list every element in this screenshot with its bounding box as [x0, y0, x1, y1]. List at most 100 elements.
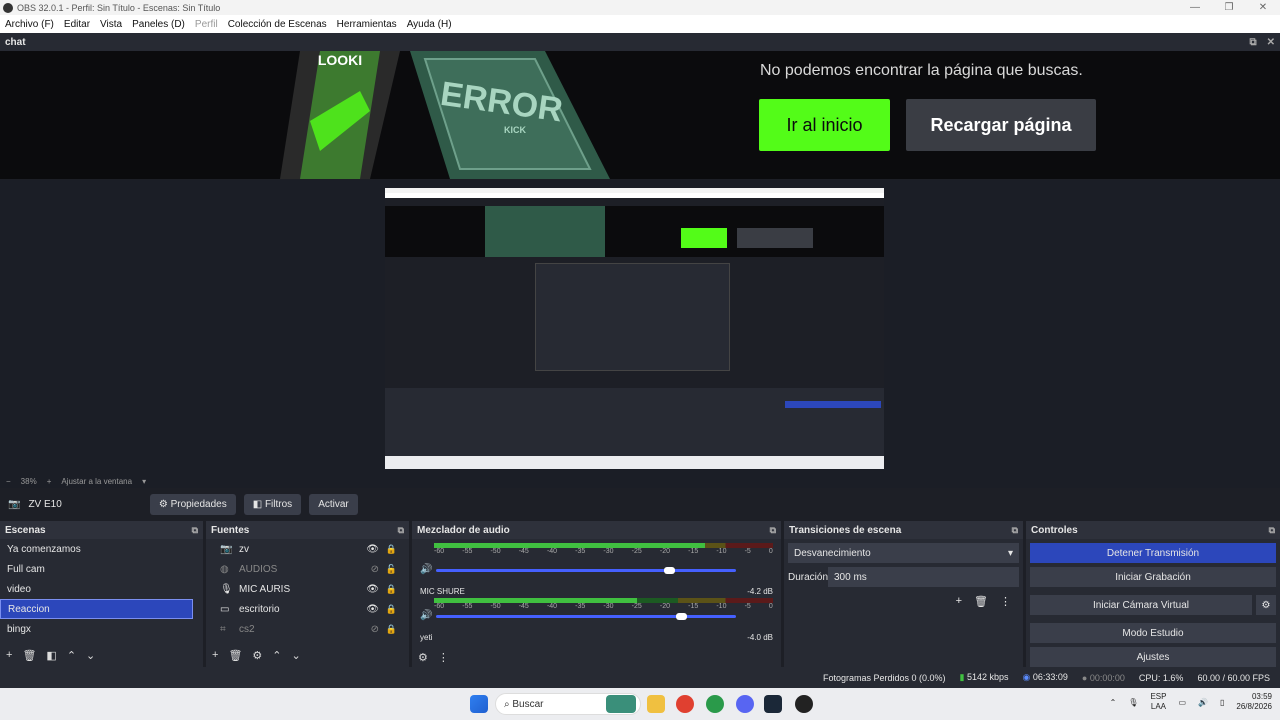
scene-item-selected[interactable]: Reaccion [0, 599, 193, 619]
speaker-icon[interactable]: 🔊 [420, 610, 432, 621]
transition-select[interactable]: Desvanecimiento ▾ [788, 543, 1019, 563]
language-indicator[interactable]: ESP LAA [1150, 692, 1166, 712]
filters-button[interactable]: ◧ Filtros [243, 494, 302, 515]
zoom-in-button[interactable]: + [47, 477, 52, 486]
scene-item[interactable]: bingx [0, 619, 193, 639]
source-label: AUDIOS [239, 563, 278, 575]
virtual-camera-settings-icon[interactable]: ⚙ [1256, 595, 1276, 615]
hidden-eye-icon[interactable]: ⊘ [371, 624, 379, 635]
scale-tick: -5 [744, 548, 751, 555]
remove-scene-icon[interactable]: 🗑 [22, 649, 36, 662]
source-item[interactable]: ▭ escritorio 👁 🔒 [206, 599, 409, 619]
stop-streaming-button[interactable]: Detener Transmisión [1030, 543, 1276, 563]
properties-button[interactable]: ⚙ Propiedades [149, 494, 236, 515]
volume-icon[interactable]: 🔊 [1198, 698, 1208, 707]
visibility-eye-icon[interactable]: 👁 [366, 604, 379, 615]
chrome-alt-icon[interactable] [706, 695, 724, 713]
volume-slider[interactable] [436, 613, 736, 620]
discord-icon[interactable] [736, 695, 754, 713]
menu-coleccion-escenas[interactable]: Colección de Escenas [223, 19, 332, 30]
lock-icon[interactable]: 🔒 [386, 624, 397, 635]
maximize-button[interactable]: ❐ [1212, 2, 1246, 13]
virtual-camera-button[interactable]: Iniciar Cámara Virtual [1030, 595, 1252, 615]
steam-icon[interactable] [764, 695, 782, 713]
add-scene-icon[interactable]: + [6, 649, 12, 661]
move-down-icon[interactable]: ⌄ [86, 649, 95, 662]
remove-source-icon[interactable]: 🗑 [228, 649, 242, 662]
move-up-icon[interactable]: ⌃ [67, 649, 76, 662]
menu-paneles[interactable]: Paneles (D) [127, 19, 190, 30]
transition-menu-icon[interactable]: ⋮ [1000, 595, 1011, 608]
scale-tick: -10 [716, 548, 727, 555]
unlock-icon[interactable]: 🔓 [386, 564, 397, 575]
settings-button[interactable]: Ajustes [1030, 647, 1276, 667]
file-explorer-icon[interactable] [647, 695, 665, 713]
source-item[interactable]: 🎙 MIC AURIS 👁 🔒 [206, 579, 409, 599]
windows-start-icon[interactable] [470, 695, 488, 713]
lock-icon[interactable]: 🔒 [386, 584, 397, 595]
chat-browser-view: ERROR KICK LOOKI No podemos encontrar la… [0, 51, 1280, 179]
search-placeholder: Buscar [512, 698, 544, 710]
scene-filter-icon[interactable]: ◧ [46, 649, 56, 662]
scene-item[interactable]: video [0, 579, 193, 599]
advanced-audio-icon[interactable]: ⚙ [418, 651, 428, 664]
scene-item[interactable]: Full cam [0, 559, 193, 579]
obs-taskbar-icon[interactable] [795, 695, 813, 713]
lock-icon[interactable]: 🔒 [386, 604, 397, 615]
source-item[interactable]: 📷 zv 👁 🔒 [206, 539, 409, 559]
reload-button[interactable]: Recargar página [906, 99, 1096, 151]
minimize-button[interactable]: — [1178, 2, 1212, 13]
chrome-icon[interactable] [676, 695, 694, 713]
volume-slider[interactable] [436, 567, 736, 574]
activate-button[interactable]: Activar [309, 494, 358, 515]
menu-vista[interactable]: Vista [95, 19, 127, 30]
battery-icon[interactable]: ▯ [1220, 698, 1224, 707]
slider-knob[interactable] [676, 613, 687, 620]
error-message: No podemos encontrar la página que busca… [760, 62, 1083, 79]
fit-window-label[interactable]: Ajustar a la ventana [61, 477, 132, 486]
slider-knob[interactable] [664, 567, 675, 574]
source-properties-icon[interactable]: ⚙ [252, 649, 262, 662]
home-button[interactable]: Ir al inicio [759, 99, 890, 151]
panel-undock-icon[interactable]: ⧉ [192, 525, 198, 536]
fps: 60.00 / 60.00 FPS [1197, 672, 1270, 683]
move-down-icon[interactable]: ⌄ [292, 649, 301, 662]
remove-transition-icon[interactable]: 🗑 [974, 595, 988, 608]
source-item[interactable]: ⌗ cs2 ⊘ 🔒 [206, 619, 409, 639]
close-button[interactable]: ✕ [1246, 2, 1280, 13]
menu-archivo[interactable]: Archivo (F) [0, 19, 59, 30]
preview-canvas[interactable] [0, 180, 1280, 474]
zoom-out-button[interactable]: − [6, 477, 11, 486]
scene-item[interactable]: Ya comenzamos [0, 539, 193, 559]
menu-herramientas[interactable]: Herramientas [332, 19, 402, 30]
mixer-menu-icon[interactable]: ⋮ [438, 651, 449, 664]
source-item[interactable]: ◍ AUDIOS ⊘ 🔓 [206, 559, 409, 579]
hidden-eye-icon[interactable]: ⊘ [371, 564, 379, 575]
start-recording-button[interactable]: Iniciar Grabación [1030, 567, 1276, 587]
panel-undock-icon[interactable]: ⧉ [398, 525, 404, 536]
network-icon[interactable]: ▭ [1178, 698, 1186, 707]
visibility-eye-icon[interactable]: 👁 [366, 544, 379, 555]
dock-close-icon[interactable]: ✕ [1267, 37, 1275, 48]
speaker-icon[interactable]: 🔊 [420, 564, 432, 575]
move-up-icon[interactable]: ⌃ [272, 649, 281, 662]
chevron-up-icon[interactable]: ⌃ [1110, 698, 1117, 707]
add-transition-icon[interactable]: + [956, 595, 962, 608]
menu-perfil[interactable]: Perfil [190, 19, 223, 30]
visibility-eye-icon[interactable]: 👁 [366, 584, 379, 595]
studio-mode-button[interactable]: Modo Estudio [1030, 623, 1276, 643]
clock[interactable]: 03:59 26/8/2026 [1236, 692, 1272, 712]
lock-icon[interactable]: 🔒 [386, 544, 397, 555]
dock-float-icon[interactable]: ⧉ [1249, 37, 1256, 48]
controls-title: Controles [1031, 524, 1078, 536]
panel-undock-icon[interactable]: ⧉ [770, 525, 776, 536]
lang-layout: LAA [1150, 702, 1167, 711]
microphone-icon[interactable]: 🎙 [1128, 698, 1138, 707]
duration-input[interactable]: 300 ms [828, 567, 1019, 587]
panel-undock-icon[interactable]: ⧉ [1269, 525, 1275, 536]
menu-ayuda[interactable]: Ayuda (H) [402, 19, 457, 30]
panel-undock-icon[interactable]: ⧉ [1012, 525, 1018, 536]
menu-editar[interactable]: Editar [59, 19, 95, 30]
add-source-icon[interactable]: + [212, 649, 218, 661]
zoom-dropdown-icon[interactable]: ▾ [142, 477, 146, 486]
